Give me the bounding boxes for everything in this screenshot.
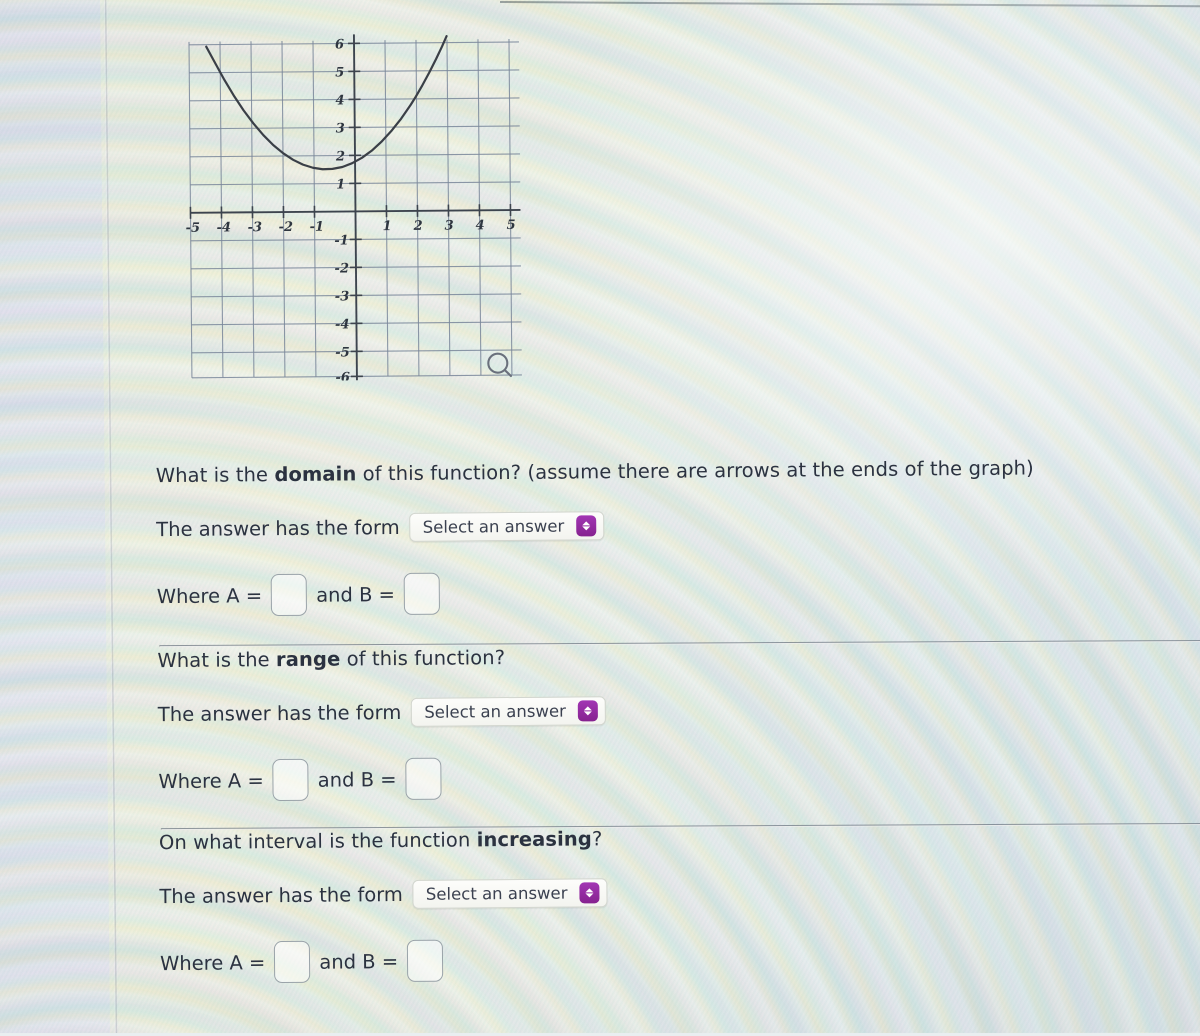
select-answer-dropdown-range[interactable]: Select an answer (411, 696, 606, 727)
select-answer-value: Select an answer (424, 702, 566, 722)
y-tick-label: -4 (335, 317, 350, 332)
chevron-up-icon (585, 888, 593, 892)
label-a: Where A = (158, 769, 264, 793)
input-a-range[interactable] (273, 759, 309, 801)
y-tick-label: 5 (335, 65, 344, 80)
chevron-down-icon (582, 526, 590, 530)
answer-form-row-increasing: The answer has the form Select an answer (159, 873, 1159, 911)
label-b: and B = (316, 583, 395, 607)
y-tick-label: -6 (335, 370, 350, 381)
x-tick-label: -4 (217, 220, 232, 235)
x-tick-label: -1 (310, 220, 325, 235)
answer-form-label: The answer has the form (158, 701, 402, 726)
input-b-domain[interactable] (404, 573, 440, 615)
x-tick-label: -5 (186, 221, 201, 236)
ab-inputs-row-increasing: Where A = and B = (160, 933, 1160, 984)
prompt-keyword: increasing (477, 827, 592, 851)
y-tick-label: 2 (335, 149, 345, 164)
ab-inputs-row-domain: Where A = and B = (157, 566, 1157, 617)
answer-form-row-domain: The answer has the form Select an answer (156, 506, 1156, 544)
y-tick-label: 3 (336, 121, 345, 136)
chevron-updown-icon[interactable] (576, 515, 596, 536)
prompt-text-after: of this function? (340, 646, 505, 670)
prompt-text-before: What is the (156, 463, 275, 487)
chevron-updown-icon[interactable] (578, 700, 598, 721)
input-b-increasing[interactable] (407, 940, 443, 982)
chevron-up-icon (582, 521, 590, 525)
graph-y-axis-labels: 6 5 4 3 2 1 -1 -2 -3 -4 -5 -6 (333, 37, 350, 381)
question-block-increasing: On what interval is the function increas… (159, 822, 1160, 984)
chevron-up-icon (584, 706, 592, 710)
y-tick-label: 1 (336, 177, 345, 192)
chevron-down-icon (585, 893, 593, 897)
graph-svg: -5 -4 -3 -2 -1 1 2 3 4 5 6 5 4 3 2 1 -1 … (184, 23, 527, 382)
x-tick-label: 4 (476, 218, 485, 233)
y-tick-label: -5 (335, 345, 350, 360)
prompt-text-after: of this function? (assume there are arro… (356, 456, 1034, 485)
x-tick-label: 5 (507, 218, 516, 233)
input-b-range[interactable] (405, 758, 441, 800)
prompt-text-after: ? (592, 827, 603, 850)
question-prompt-domain: What is the domain of this function? (as… (156, 455, 1156, 487)
select-answer-dropdown-increasing[interactable]: Select an answer (413, 878, 608, 909)
ab-inputs-row-range: Where A = and B = (158, 751, 1158, 802)
answer-form-label: The answer has the form (156, 516, 400, 541)
x-tick-label: 2 (413, 219, 423, 234)
x-tick-label: 1 (383, 219, 392, 234)
select-answer-dropdown-domain[interactable]: Select an answer (410, 511, 605, 542)
chevron-updown-icon[interactable] (579, 882, 599, 903)
parabola-curve (206, 36, 448, 170)
y-tick-label: -3 (335, 289, 350, 304)
label-a: Where A = (157, 584, 263, 608)
select-answer-value: Select an answer (426, 884, 568, 904)
question-block-domain: What is the domain of this function? (as… (156, 455, 1157, 617)
input-a-increasing[interactable] (274, 941, 310, 983)
input-a-domain[interactable] (271, 574, 307, 616)
label-b: and B = (319, 950, 398, 974)
graph-gridlines-vertical (189, 39, 512, 378)
graph-y-axis (354, 34, 357, 380)
parabola-graph: -5 -4 -3 -2 -1 1 2 3 4 5 6 5 4 3 2 1 -1 … (184, 23, 527, 382)
y-tick-label: 4 (335, 93, 344, 108)
x-tick-label: -2 (279, 220, 294, 235)
prompt-text-before: What is the (157, 648, 276, 672)
chevron-down-icon (584, 711, 592, 715)
graph-x-axis-labels: -5 -4 -3 -2 -1 1 2 3 4 5 (186, 218, 516, 236)
prompt-keyword: range (276, 648, 341, 672)
label-b: and B = (318, 768, 397, 792)
x-tick-label: 3 (445, 219, 454, 234)
question-block-range: What is the range of this function? The … (157, 640, 1158, 802)
y-tick-label: -2 (334, 261, 349, 276)
y-tick-label: -1 (334, 233, 349, 248)
magnifier-icon[interactable] (488, 354, 511, 377)
answer-form-row-range: The answer has the form Select an answer (158, 691, 1158, 729)
select-answer-value: Select an answer (423, 517, 565, 537)
label-a: Where A = (160, 951, 266, 975)
answer-form-label: The answer has the form (159, 883, 403, 908)
prompt-text-before: On what interval is the function (159, 828, 477, 854)
prompt-keyword: domain (274, 462, 356, 486)
x-tick-label: -3 (248, 220, 263, 235)
y-tick-label: 6 (335, 37, 344, 52)
